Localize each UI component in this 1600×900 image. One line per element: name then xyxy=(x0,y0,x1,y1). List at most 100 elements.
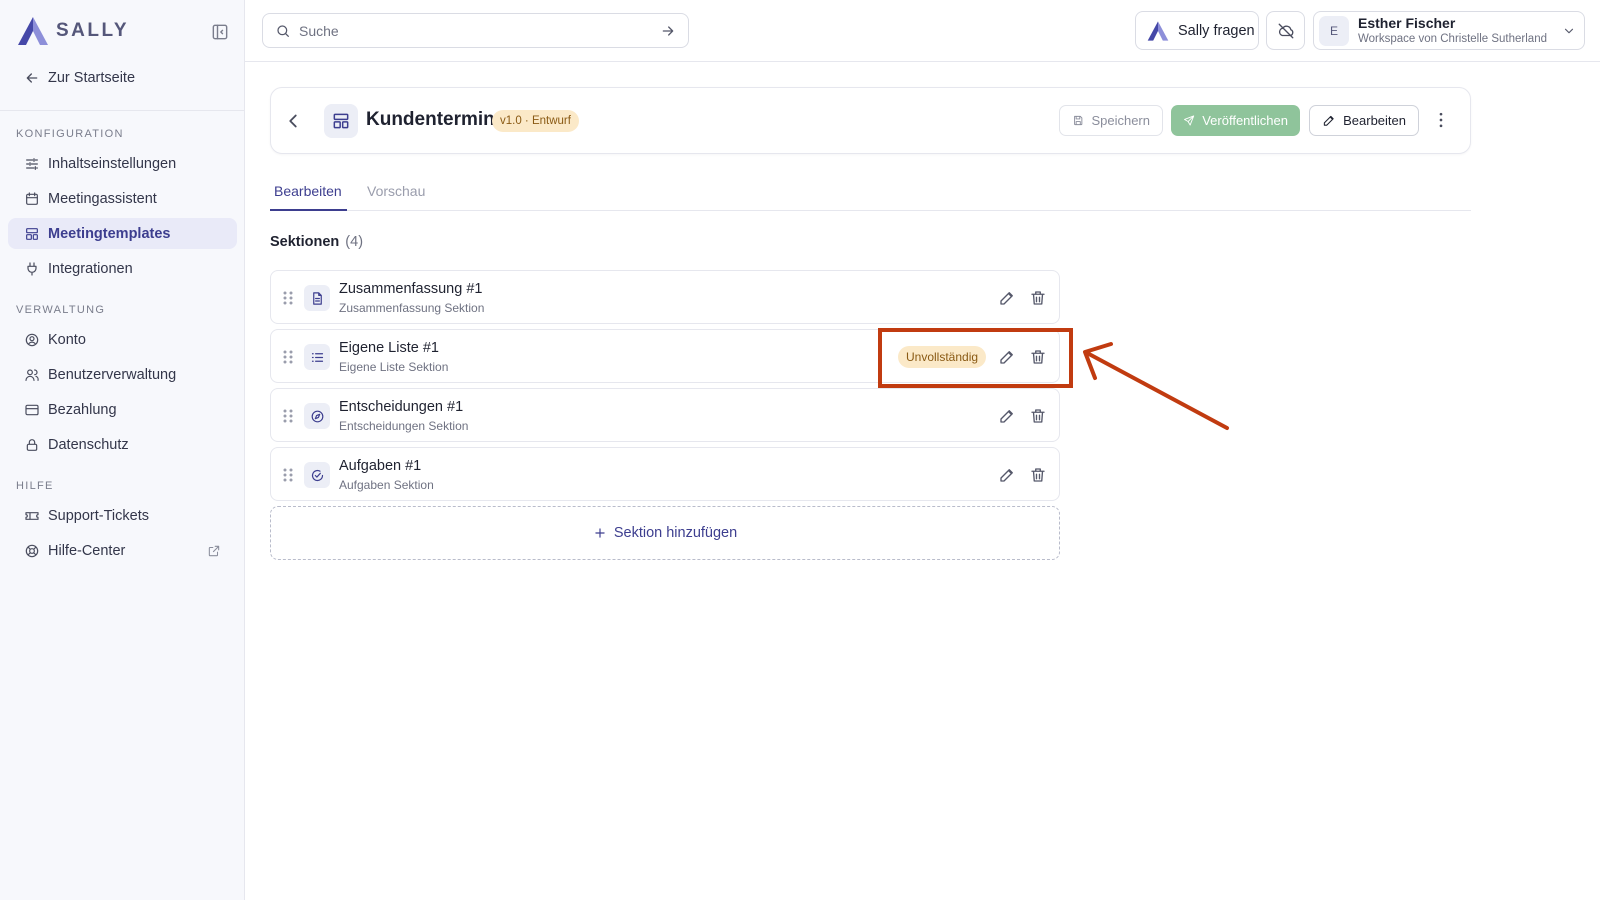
sidebar-item-bezahlung[interactable]: Bezahlung xyxy=(8,394,237,425)
section-type-icon xyxy=(304,462,330,488)
tab-bearbeiten[interactable]: Bearbeiten xyxy=(270,180,347,211)
more-options-button[interactable] xyxy=(1431,110,1451,130)
compass-icon xyxy=(311,410,323,422)
sidebar-group-heading: HILFE xyxy=(16,480,54,492)
trash-icon[interactable] xyxy=(1029,466,1047,484)
pencil-icon[interactable] xyxy=(998,289,1016,307)
sidebar-item-label: Inhaltseinstellungen xyxy=(48,155,177,172)
search-input[interactable] xyxy=(299,22,660,39)
chevron-left-icon xyxy=(289,114,297,128)
topbar: Sally fragen E Esther Fischer Workspace … xyxy=(245,0,1600,62)
trash-icon[interactable] xyxy=(1029,407,1047,425)
section-title: Eigene Liste #1 xyxy=(339,340,439,356)
external-link-icon xyxy=(208,545,220,556)
cloud-off-icon xyxy=(1278,23,1293,38)
sidebar-item-label: Integrationen xyxy=(48,260,133,277)
ticket-icon xyxy=(25,511,39,520)
sidebar-item-hilfe-center[interactable]: Hilfe-Center xyxy=(8,535,237,566)
sidebar-group-hilfe: HILFE Support-Tickets Hilfe-Center xyxy=(8,476,237,570)
list-icon xyxy=(311,352,323,362)
document-icon xyxy=(312,291,322,305)
sidebar-item-label: Konto xyxy=(48,331,86,348)
sidebar-item-label: Bezahlung xyxy=(48,401,117,418)
sidebar-divider xyxy=(0,110,245,111)
sections-heading-label: Sektionen xyxy=(270,234,340,250)
edit-button[interactable]: Bearbeiten xyxy=(1309,105,1419,136)
workspace-name: Workspace von Christelle Sutherland xyxy=(1358,33,1547,45)
save-icon xyxy=(1074,115,1083,126)
ask-sally-button[interactable]: Sally fragen xyxy=(1135,11,1259,50)
chevron-down-icon xyxy=(1564,28,1574,33)
sidebar-group-heading: VERWALTUNG xyxy=(16,304,106,316)
user-circle-icon xyxy=(25,333,39,346)
save-button[interactable]: Speichern xyxy=(1059,105,1163,136)
trash-icon[interactable] xyxy=(1029,289,1047,307)
check-circle-icon xyxy=(311,469,323,481)
brand-name: SALLY xyxy=(56,20,130,41)
pencil-icon[interactable] xyxy=(998,407,1016,425)
sidebar-item-label: Hilfe-Center xyxy=(48,542,126,559)
sidebar-item-inhaltseinstellungen[interactable]: Inhaltseinstellungen xyxy=(8,148,237,179)
add-section-button[interactable]: Sektion hinzufügen xyxy=(270,506,1060,560)
section-subtitle: Eigene Liste Sektion xyxy=(339,360,449,374)
calendar-icon xyxy=(26,191,38,205)
sections-list: Zusammenfassung #1 Zusammenfassung Sekti… xyxy=(270,270,1060,560)
avatar: E xyxy=(1319,15,1349,46)
sidebar-item-label: Meetingtemplates xyxy=(48,225,171,242)
sidebar-group-heading: KONFIGURATION xyxy=(16,128,124,140)
more-vertical-icon xyxy=(1439,112,1443,128)
lock-icon xyxy=(26,438,38,451)
sidebar-item-meetingassistent[interactable]: Meetingassistent xyxy=(8,183,237,214)
search-bar[interactable] xyxy=(262,13,689,48)
section-row-zusammenfassung[interactable]: Zusammenfassung #1 Zusammenfassung Sekti… xyxy=(270,270,1060,324)
cloud-off-button[interactable] xyxy=(1266,11,1305,50)
pencil-icon[interactable] xyxy=(998,466,1016,484)
section-type-icon xyxy=(304,403,330,429)
sidebar-item-support-tickets[interactable]: Support-Tickets xyxy=(8,500,237,531)
sidebar-item-integrationen[interactable]: Integrationen xyxy=(8,253,237,284)
sidebar-collapse-icon[interactable] xyxy=(210,22,230,42)
sidebar-item-meetingtemplates[interactable]: Meetingtemplates xyxy=(8,218,237,249)
layout-template-icon xyxy=(26,227,38,240)
pencil-icon xyxy=(1322,113,1336,128)
tab-bar: Bearbeiten Vorschau xyxy=(270,180,1471,211)
plus-icon xyxy=(595,528,605,538)
section-subtitle: Aufgaben Sektion xyxy=(339,478,434,492)
user-name: Esther Fischer xyxy=(1358,15,1456,31)
section-row-aufgaben[interactable]: Aufgaben #1 Aufgaben Sektion xyxy=(270,447,1060,501)
version-badge: v1.0 · Entwurf xyxy=(492,110,579,132)
template-icon xyxy=(324,104,358,138)
sidebar-item-label: Benutzerverwaltung xyxy=(48,366,177,383)
template-header: Kundentermin v1.0 · Entwurf Speichern Ve… xyxy=(270,87,1471,154)
sections-heading: Sektionen (4) xyxy=(270,234,363,250)
back-button[interactable] xyxy=(282,110,304,132)
publish-button[interactable]: Veröffentlichen xyxy=(1171,105,1300,136)
drag-handle-icon[interactable] xyxy=(281,467,295,483)
sidebar-item-benutzerverwaltung[interactable]: Benutzerverwaltung xyxy=(8,359,237,390)
sidebar-item-konto[interactable]: Konto xyxy=(8,324,237,355)
ask-sally-label: Sally fragen xyxy=(1178,22,1255,39)
brand-logo[interactable]: SALLY xyxy=(16,14,230,48)
drag-handle-icon[interactable] xyxy=(281,349,295,365)
credit-card-icon xyxy=(25,404,39,415)
arrow-right-icon[interactable] xyxy=(660,23,676,39)
tab-vorschau[interactable]: Vorschau xyxy=(367,180,425,211)
lifebuoy-icon xyxy=(25,544,39,557)
plug-icon xyxy=(27,261,37,276)
user-menu-button[interactable]: E Esther Fischer Workspace von Christell… xyxy=(1313,11,1585,50)
section-title: Zusammenfassung #1 xyxy=(339,281,483,297)
home-link[interactable]: Zur Startseite xyxy=(24,66,135,90)
layout-template-icon xyxy=(333,113,349,129)
annotation-highlight-box xyxy=(878,328,1073,388)
drag-handle-icon[interactable] xyxy=(281,408,295,424)
home-link-label: Zur Startseite xyxy=(48,70,136,86)
section-title: Entscheidungen #1 xyxy=(339,399,464,415)
sidebar-item-label: Datenschutz xyxy=(48,436,129,453)
sally-logo-icon xyxy=(16,15,50,47)
drag-handle-icon[interactable] xyxy=(281,290,295,306)
sidebar-item-datenschutz[interactable]: Datenschutz xyxy=(8,429,237,460)
sidebar-group-konfiguration: KONFIGURATION Inhaltseinstellungen Meeti… xyxy=(8,124,237,288)
page-title: Kundentermin xyxy=(366,109,495,130)
section-row-entscheidungen[interactable]: Entscheidungen #1 Entscheidungen Sektion xyxy=(270,388,1060,442)
section-subtitle: Zusammenfassung Sektion xyxy=(339,301,485,315)
